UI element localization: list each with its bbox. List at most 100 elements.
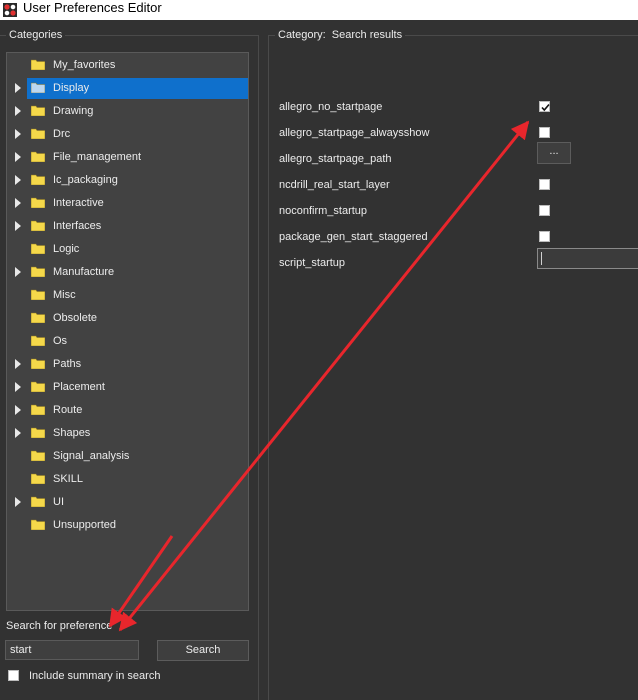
tree-item-label: Unsupported [53,519,116,531]
tree-item-label: Obsolete [53,312,98,324]
tree-item-shapes[interactable]: Shapes [7,422,248,444]
expand-arrow-icon[interactable] [15,428,21,438]
pref-row-package-gen-start-staggered: package_gen_start_staggered [279,227,638,249]
tree-item-label: Shapes [53,427,91,439]
tree-item-label: Manufacture [53,266,115,278]
tree-item-drawing[interactable]: Drawing [7,100,248,122]
folder-icon [31,151,45,162]
pref-row-allegro-startpage-alwaysshow: allegro_startpage_alwaysshow [279,123,638,145]
folder-icon [31,404,45,415]
tree-item-manufacture[interactable]: Manufacture [7,261,248,283]
expand-arrow-icon[interactable] [15,405,21,415]
folder-icon [31,197,45,208]
search-label: Search for preference [6,620,113,632]
folder-icon [31,59,45,70]
tree-item-label: Interactive [53,197,104,209]
expand-arrow-icon[interactable] [15,497,21,507]
title-bar: User Preferences Editor [0,0,638,20]
folder-icon [31,519,45,530]
tree-item-label: UI [53,496,64,508]
pref-checkbox[interactable] [539,127,550,138]
expand-arrow-icon[interactable] [15,198,21,208]
categories-group-title: Categories [6,29,66,42]
tree-item-ic-packaging[interactable]: Ic_packaging [7,169,248,191]
folder-icon [31,82,45,93]
tree-item-label: Ic_packaging [53,174,118,186]
tree-item-label: Logic [53,243,80,255]
pref-name: allegro_startpage_alwaysshow [279,127,430,139]
search-button[interactable]: Search [157,640,249,661]
tree-item-label: Display [53,82,90,94]
tree-item-interfaces[interactable]: Interfaces [7,215,248,237]
category-tree[interactable]: My_favorites Display Drawing Drc File_manage… [6,52,249,611]
tree-item-label: Misc [53,289,76,301]
pref-name: script_startup [279,257,346,269]
tree-item-route[interactable]: Route [7,399,248,421]
tree-item-signal-analysis[interactable]: Signal_analysis [7,445,248,467]
tree-item-paths[interactable]: Paths [7,353,248,375]
expand-arrow-icon[interactable] [15,83,21,93]
tree-item-skill[interactable]: SKILL [7,468,248,490]
expand-arrow-icon[interactable] [15,175,21,185]
pref-row-ncdrill-real-start-layer: ncdrill_real_start_layer [279,175,638,197]
browse-button[interactable]: ... [537,142,571,164]
tree-item-placement[interactable]: Placement [7,376,248,398]
folder-icon [31,128,45,139]
folder-icon [31,381,45,392]
expand-arrow-icon[interactable] [15,106,21,116]
folder-icon [31,220,45,231]
pref-row-script-startup: script_startup [279,248,638,275]
search-input[interactable] [5,640,139,660]
tree-item-label: Os [53,335,68,347]
app-logo-icon [3,3,17,17]
folder-icon [31,105,45,116]
text-caret [541,252,542,265]
expand-arrow-icon[interactable] [15,359,21,369]
include-summary-checkbox[interactable] [8,670,19,681]
folder-icon [31,496,45,507]
folder-icon [31,427,45,438]
pref-checkbox[interactable] [539,179,550,190]
expand-arrow-icon[interactable] [15,382,21,392]
pref-row-noconfirm-startup: noconfirm_startup [279,201,638,223]
tree-item-obsolete[interactable]: Obsolete [7,307,248,329]
expand-arrow-icon[interactable] [15,267,21,277]
folder-icon [31,289,45,300]
tree-item-ui[interactable]: UI [7,491,248,513]
tree-item-label: File_management [53,151,142,163]
pref-name: allegro_no_startpage [279,101,383,113]
expand-arrow-icon[interactable] [15,129,21,139]
pref-name: noconfirm_startup [279,205,368,217]
checkmark-icon [541,103,550,112]
tree-item-logic[interactable]: Logic [7,238,248,260]
tree-item-unsupported[interactable]: Unsupported [7,514,248,536]
folder-icon [31,358,45,369]
folder-icon [31,174,45,185]
tree-item-my-favorites[interactable]: My_favorites [7,54,248,76]
folder-icon [31,266,45,277]
tree-item-label: Interfaces [53,220,102,232]
expand-arrow-icon[interactable] [15,152,21,162]
tree-item-label: Paths [53,358,82,370]
tree-item-display[interactable]: Display [7,77,248,99]
folder-icon [31,312,45,323]
tree-item-label: Drc [53,128,71,140]
tree-item-misc[interactable]: Misc [7,284,248,306]
folder-icon [31,243,45,254]
pref-checkbox[interactable] [539,231,550,242]
tree-item-label: My_favorites [53,59,116,71]
include-summary-label: Include summary in search [29,670,161,682]
tree-item-file-management[interactable]: File_management [7,146,248,168]
pref-checkbox[interactable] [539,205,550,216]
tree-item-os[interactable]: Os [7,330,248,352]
tree-item-label: Drawing [53,105,94,117]
pref-text-input[interactable] [537,248,638,269]
pref-row-allegro-startpage-path: allegro_startpage_path... [279,142,638,171]
tree-item-interactive[interactable]: Interactive [7,192,248,214]
pref-name: package_gen_start_staggered [279,231,428,243]
tree-item-label: Placement [53,381,105,393]
pref-checkbox[interactable] [539,101,550,112]
expand-arrow-icon[interactable] [15,221,21,231]
tree-item-drc[interactable]: Drc [7,123,248,145]
results-group-title: Category: Search results [275,29,406,42]
